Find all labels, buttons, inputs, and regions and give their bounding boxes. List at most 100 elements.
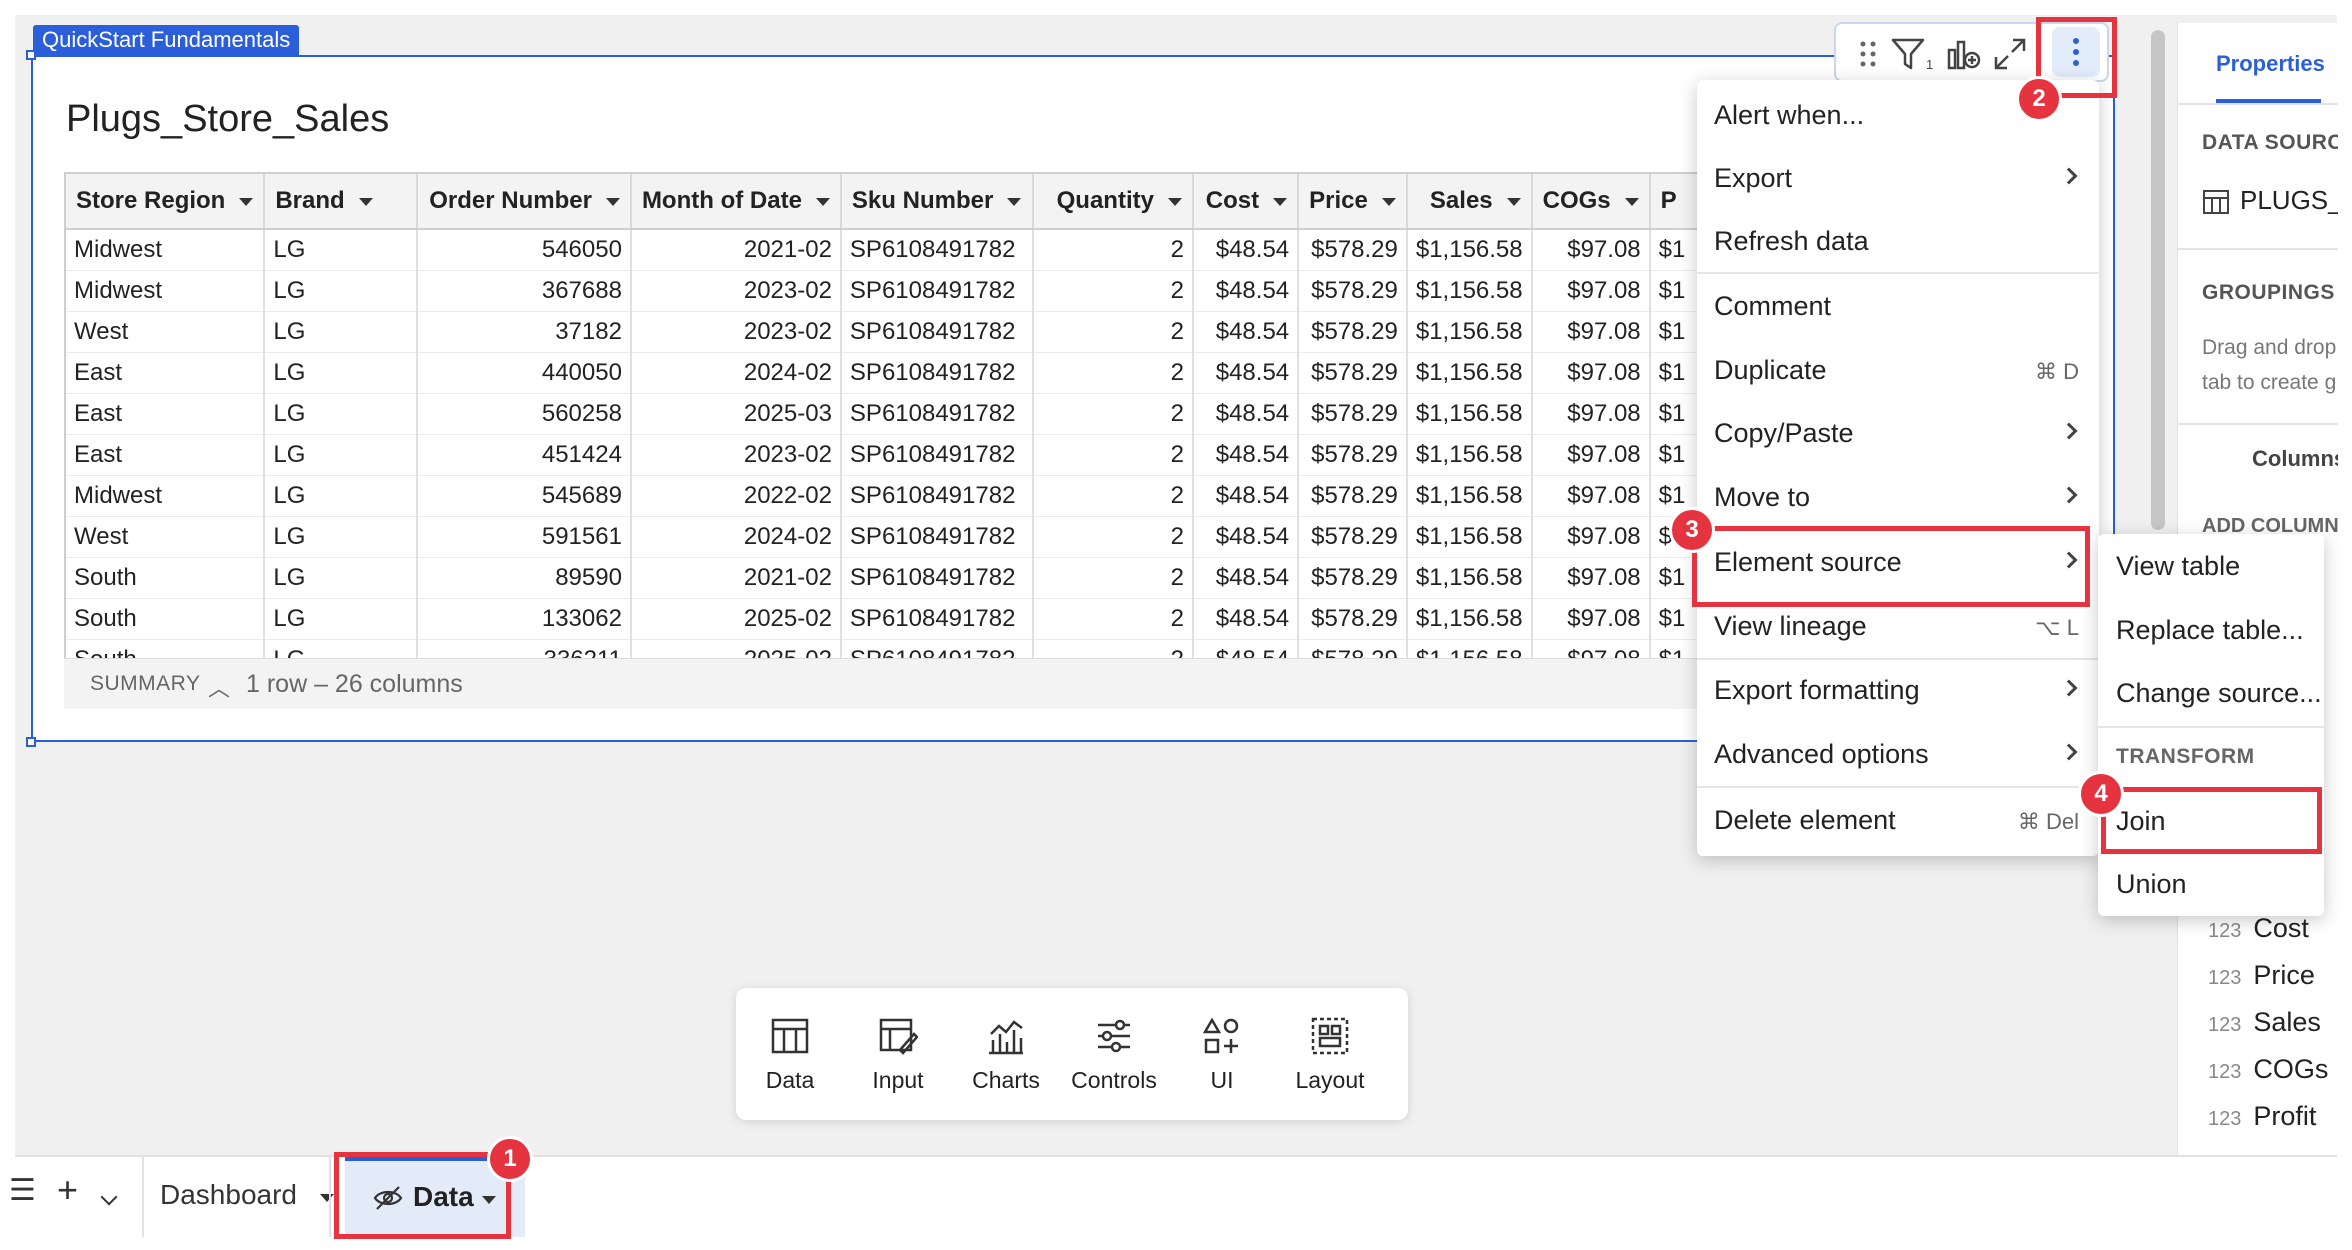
table-cell[interactable]: $1,156.58 — [1406, 352, 1533, 394]
table-row[interactable]: East LG 451424 2023-02 SP6108491782 2 $48.54 $5… — [66, 434, 1706, 476]
caret-down-icon[interactable] — [1007, 197, 1022, 206]
table-cell[interactable]: $578.29 — [1298, 557, 1408, 599]
table-row[interactable]: West LG 591561 2024-02 SP6108491782 2 $48.54 $5… — [66, 516, 1706, 558]
caret-down-icon[interactable] — [815, 197, 830, 206]
table-cell[interactable]: $97.08 — [1531, 475, 1651, 517]
menu-item-copy-paste[interactable]: Copy/Paste — [1697, 403, 2099, 463]
table-cell[interactable]: $48.54 — [1192, 352, 1300, 394]
table-cell[interactable]: 2021-02 — [630, 229, 842, 271]
table-cell[interactable]: $97.08 — [1531, 352, 1651, 394]
table-cell[interactable]: LG — [264, 516, 419, 558]
column-header[interactable]: Quantity — [1032, 174, 1194, 230]
column-list-item[interactable]: 123 Sales — [2208, 1007, 2321, 1038]
table-cell[interactable]: LG — [264, 639, 419, 660]
submenu-item-replace-table[interactable]: Replace table... — [2098, 600, 2324, 660]
table-cell[interactable]: $97.08 — [1531, 229, 1651, 271]
table-cell[interactable]: $97.08 — [1531, 311, 1651, 353]
table-cell[interactable]: 2 — [1032, 516, 1194, 558]
table-cell[interactable]: 2 — [1032, 639, 1194, 660]
table-cell[interactable]: $1,156.58 — [1406, 598, 1533, 640]
menu-item-advanced-options[interactable]: Advanced options — [1697, 724, 2099, 784]
table-cell[interactable]: SP6108491782 — [840, 311, 1034, 353]
table-cell[interactable]: West — [66, 311, 266, 353]
table-cell[interactable]: $1,156.58 — [1406, 639, 1533, 660]
table-cell[interactable]: SP6108491782 — [840, 475, 1034, 517]
column-list-item[interactable]: 123 COGs — [2208, 1054, 2328, 1085]
table-cell[interactable]: 2024-02 — [630, 516, 842, 558]
scrollbar-thumb[interactable] — [2151, 30, 2165, 530]
table-row[interactable]: South LG 336211 2025-02 SP6108491782 2 $48.54 $… — [66, 639, 1706, 660]
table-cell[interactable]: $48.54 — [1192, 557, 1300, 599]
resize-handle-bottom-left[interactable] — [26, 737, 36, 747]
menu-item-delete-element[interactable]: Delete element ⌘ Del — [1697, 790, 2099, 850]
table-cell[interactable]: 2 — [1032, 229, 1194, 271]
table-cell[interactable]: LG — [264, 352, 419, 394]
caret-down-icon[interactable] — [1273, 197, 1288, 206]
table-cell[interactable]: $97.08 — [1531, 557, 1651, 599]
table-cell[interactable]: SP6108491782 — [840, 557, 1034, 599]
column-list-item[interactable]: 123 Profit — [2208, 1101, 2316, 1132]
column-header[interactable]: Sales — [1406, 174, 1533, 230]
table-row[interactable]: Midwest LG 545689 2022-02 SP6108491782 2 $48.5… — [66, 475, 1706, 517]
table-cell[interactable]: East — [66, 434, 266, 476]
resize-handle-top-left[interactable] — [26, 50, 36, 60]
table-cell[interactable]: $1,156.58 — [1406, 393, 1533, 435]
table-cell[interactable]: Midwest — [66, 270, 266, 312]
table-cell[interactable]: 2023-02 — [630, 311, 842, 353]
table-cell[interactable]: East — [66, 393, 266, 435]
table-cell[interactable]: LG — [264, 557, 419, 599]
table-cell[interactable]: $1,156.58 — [1406, 311, 1533, 353]
caret-down-icon[interactable] — [605, 197, 620, 206]
table-row[interactable]: Midwest LG 546050 2021-02 SP6108491782 2 $48.5… — [66, 229, 1706, 271]
table-cell[interactable]: 2024-02 — [630, 352, 842, 394]
column-header[interactable]: Store Region — [66, 174, 266, 230]
table-cell[interactable]: 89590 — [417, 557, 632, 599]
table-cell[interactable]: 545689 — [417, 475, 632, 517]
table-cell[interactable]: $48.54 — [1192, 434, 1300, 476]
table-cell[interactable]: 2 — [1032, 598, 1194, 640]
table-cell[interactable]: 2 — [1032, 434, 1194, 476]
column-header[interactable]: Brand — [264, 174, 419, 230]
table-cell[interactable]: $48.54 — [1192, 229, 1300, 271]
table-cell[interactable]: 560258 — [417, 393, 632, 435]
column-list-item[interactable]: 123 Cost — [2208, 913, 2309, 944]
table-cell[interactable]: 2022-02 — [630, 475, 842, 517]
summary-bar[interactable]: SUMMARY ︿ 1 row – 26 columns — [64, 658, 1704, 709]
table-cell[interactable]: 2025-02 — [630, 598, 842, 640]
table-cell[interactable]: East — [66, 352, 266, 394]
submenu-item-view-table[interactable]: View table — [2098, 536, 2324, 596]
table-cell[interactable]: SP6108491782 — [840, 598, 1034, 640]
submenu-item-change-source[interactable]: Change source... — [2098, 663, 2324, 723]
table-cell[interactable]: $1,156.58 — [1406, 516, 1533, 558]
menu-item-export-formatting[interactable]: Export formatting — [1697, 660, 2099, 720]
table-cell[interactable]: SP6108491782 — [840, 270, 1034, 312]
table-row[interactable]: South LG 89590 2021-02 SP6108491782 2 $48.54 $5… — [66, 557, 1706, 599]
table-row[interactable]: West LG 37182 2023-02 SP6108491782 2 $48.54 $57… — [66, 311, 1706, 353]
add-chart-icon[interactable] — [1946, 36, 1982, 72]
data-source-value[interactable]: PLUGS_ — [2240, 185, 2338, 216]
add-input-button[interactable]: Input — [844, 988, 952, 1120]
table-cell[interactable]: LG — [264, 475, 419, 517]
caret-down-icon[interactable] — [1506, 197, 1521, 206]
table-cell[interactable]: $97.08 — [1531, 393, 1651, 435]
submenu-item-union[interactable]: Union — [2098, 854, 2324, 914]
table-cell[interactable]: 133062 — [417, 598, 632, 640]
table-cell[interactable]: 2 — [1032, 393, 1194, 435]
table-cell[interactable]: 2023-02 — [630, 434, 842, 476]
table-cell[interactable]: LG — [264, 270, 419, 312]
table-cell[interactable]: 2025-02 — [630, 639, 842, 660]
column-header[interactable]: COGs — [1531, 174, 1651, 230]
caret-down-icon[interactable] — [1381, 197, 1396, 206]
caret-down-icon[interactable] — [320, 1194, 334, 1202]
table-cell[interactable]: $578.29 — [1298, 393, 1408, 435]
chevron-down-icon[interactable] — [100, 1188, 118, 1206]
table-cell[interactable]: $97.08 — [1531, 270, 1651, 312]
element-title[interactable]: Plugs_Store_Sales — [66, 98, 389, 141]
table-row[interactable]: East LG 560258 2025-03 SP6108491782 2 $48.54 $5… — [66, 393, 1706, 435]
table-cell[interactable]: $1,156.58 — [1406, 434, 1533, 476]
table-cell[interactable]: SP6108491782 — [840, 516, 1034, 558]
table-cell[interactable]: West — [66, 516, 266, 558]
table-cell[interactable]: 2 — [1032, 352, 1194, 394]
add-layout-button[interactable]: Layout — [1276, 988, 1384, 1120]
table-cell[interactable]: 2 — [1032, 311, 1194, 353]
